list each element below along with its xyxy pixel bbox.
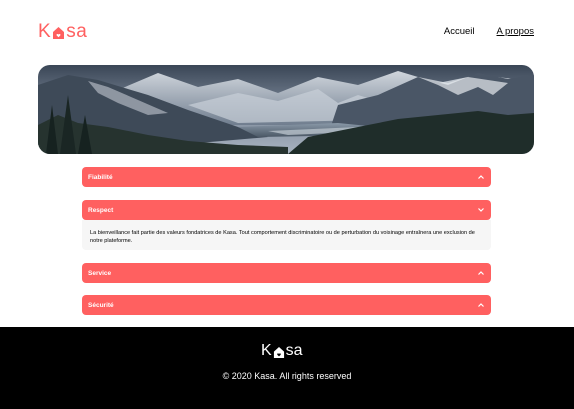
header: K sa Accueil A propos [0,0,574,62]
nav-about-link[interactable]: A propos [497,26,535,37]
main-nav: Accueil A propos [444,26,534,37]
logo-letters-sa: sa [66,21,88,42]
logo-letter-k: K [38,21,52,42]
accordion-fiabilite: Fiabilité [82,167,491,187]
chevron-down-icon [478,208,484,212]
banner-image [38,65,534,154]
accordion-securite: Sécurité [82,295,491,315]
logo-letter-k: K [261,342,272,359]
kasa-logo[interactable]: K sa [38,21,87,43]
accordion-header[interactable]: Fiabilité [82,167,491,187]
chevron-up-icon [478,271,484,275]
mountain-landscape-image [38,65,534,154]
accordion-title: Sécurité [88,301,114,309]
accordion-content: La bienveillance fait partie des valeurs… [82,220,491,250]
nav-home-link[interactable]: Accueil [444,26,475,37]
accordion-header[interactable]: Sécurité [82,295,491,315]
accordion-respect: Respect La bienveillance fait partie des… [82,200,491,250]
accordion-title: Fiabilité [88,173,113,181]
accordion-header[interactable]: Respect [82,200,491,220]
copyright-text: © 2020 Kasa. All rights reserved [222,371,352,381]
accordion-title: Service [88,269,112,277]
footer: K sa © 2020 Kasa. All rights reserved [0,327,574,409]
accordion-title: Respect [88,206,114,214]
chevron-up-icon [478,303,484,307]
accordion-header[interactable]: Service [82,263,491,283]
accordion-service: Service [82,263,491,283]
kasa-logo-footer: K sa [261,342,303,360]
house-icon [53,27,65,39]
logo-letters-sa: sa [285,342,303,359]
chevron-up-icon [478,175,484,179]
house-icon [273,346,284,358]
